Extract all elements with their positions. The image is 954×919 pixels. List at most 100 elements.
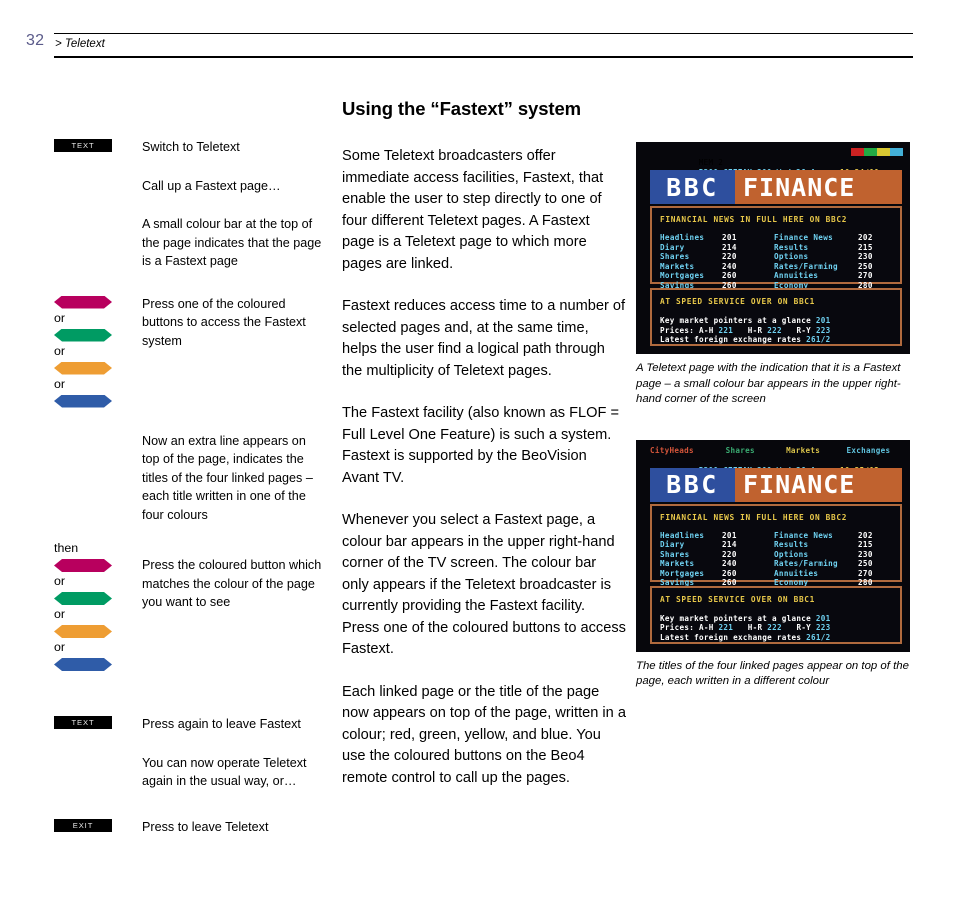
conjunction-or: or [54,376,66,391]
instruction-label: Switch to Teletext [142,140,240,154]
main-text-column: Using the “Fastext” system Some Teletext… [342,98,626,789]
teletext-index-row: Diary 214 Results 215 [660,540,896,550]
teletext-page-ref: 222 [767,623,782,633]
teletext-index-page: 215 [858,242,873,252]
teletext-index-name: Rates/Farming [774,559,838,569]
instruction-cue [54,754,126,755]
conjunction-or: or [54,640,66,654]
teletext-index-page: 270 [858,568,873,578]
teletext-index-name: Diary [660,540,685,550]
teletext-index-page: 202 [858,233,873,242]
teletext-index-name: Finance News [774,233,834,242]
teletext-index-grid: Headlines 201 Finance News 202 Diary 214 Resul… [660,233,896,291]
teletext-index-name: Shares [660,549,690,559]
yellow-button[interactable] [54,625,112,638]
teletext-index-name: Diary [660,242,685,252]
red-button[interactable] [54,296,112,309]
teletext-index-page: 214 [722,540,737,550]
yellow-button[interactable] [54,362,112,375]
fastext-link-title[interactable]: Markets [786,446,846,456]
figure-caption: A Teletext page with the indication that… [636,362,901,405]
teletext-page-ref: 201 [815,613,831,623]
instruction-row-press-matching-colour: then or or or Press the coloured button … [54,538,326,671]
teletext-index-box: FINANCIAL NEWS IN FULL HERE ON BBC2 Head… [650,503,902,587]
teletext-footer-line: Prices: A-H 221 H-R 222 R-Y 223 [660,623,896,633]
teletext-index-name: Shares [660,252,690,262]
green-button[interactable] [54,329,112,342]
teletext-index-name: Markets [660,559,695,569]
teletext-page-ref: 221 [718,325,734,335]
instruction-cue: TEXT [54,715,126,729]
header-rule-bottom [54,56,913,58]
header-rule-top [54,33,913,34]
body-paragraph: Whenever you select a Fastext page, a co… [342,512,626,657]
teletext-logo-bbc: BBC [650,170,735,204]
instruction-cue [54,432,126,433]
instruction-cue: EXIT [54,818,126,832]
instruction-label: Press again to leave Fastext [142,717,301,731]
fastext-link-title[interactable]: Exchanges [847,446,902,456]
instruction-label: Now an extra line appears on top of the … [142,433,313,522]
teletext-banner: FINANCIAL NEWS IN FULL HERE ON BBC2 [660,512,848,522]
coloured-button-group: then or or or [54,538,126,671]
fastext-link-title[interactable]: Shares [726,446,786,456]
figure-caption: The titles of the four linked pages appe… [636,659,909,688]
teletext-index-name: Annuities [774,271,819,281]
teletext-screen: CityHeadsSharesMarketsExchanges P200 CEE… [636,439,910,652]
conjunction-or: or [54,310,66,325]
instruction-row-colour-bar-note: A small colour bar at the top of the pag… [54,215,326,271]
page-title: Using the “Fastext” system [342,98,582,119]
teletext-logo: BBC FINANCE [650,467,902,502]
teletext-footer-box: AT SPEED SERVICE OVER ON BBC1 Key market… [650,585,902,644]
teletext-index-name: Markets [660,261,695,271]
teletext-fastext-link-row: CityHeads Shares Markets Exchanges [650,446,902,456]
teletext-index-row: Markets 240 Rates/Farming 250 [660,559,896,569]
instruction-cue: TEXT [54,138,126,152]
teletext-index-name: Headlines [660,530,705,540]
green-button[interactable] [54,592,112,605]
teletext-footer-text: Latest foreign exchange rates [660,632,807,642]
text-key-badge[interactable]: TEXT [54,716,112,729]
teletext-header-row: P200 CEEFAX 200 Wed 26 Apr 10:25/03 [650,456,902,475]
teletext-index-name: Headlines [660,233,705,242]
teletext-index-name: Options [774,252,809,262]
body-paragraph: Some Teletext broadcasters offer immedia… [342,148,604,272]
conjunction-or: or [54,574,66,588]
teletext-index-page: 240 [722,261,737,271]
teletext-index-page: 260 [722,568,737,578]
body-paragraph: Each linked page or the title of the pag… [342,683,626,786]
page-number: 32 [26,32,45,49]
teletext-index-row: Markets 240 Rates/Farming 250 [660,262,896,272]
exit-key-badge[interactable]: EXIT [54,818,112,832]
teletext-footer-lines: Key market pointers at a glance 201 Price… [660,614,896,643]
teletext-index-page: 220 [722,549,737,559]
teletext-screen: MEM 2 P200 CEEFAX 200 Wed 26 Apr 10:24/0… [636,142,910,354]
red-button[interactable] [54,559,112,572]
instruction-label: Press the coloured button which matches … [142,558,322,609]
conjunction-then: then [54,541,79,555]
figure-column: MEM 2 P200 CEEFAX 200 Wed 26 Apr 10:24/0… [636,142,926,690]
teletext-index-page: 270 [858,271,873,281]
instruction-row-operate-teletext-again: You can now operate Teletext again in th… [54,754,326,791]
blue-button[interactable] [54,658,112,671]
teletext-index-page: 201 [722,233,737,242]
teletext-footer-text: Latest foreign exchange rates [660,335,807,345]
instruction-label: Call up a Fastext page… [142,178,281,193]
text-key-badge[interactable]: TEXT [54,139,112,152]
blue-button[interactable] [54,395,112,408]
colour-bar-blue [890,148,903,156]
teletext-page-ref: 261/2 [806,335,831,345]
instruction-row-call-up-fastext-page: Call up a Fastext page… [54,177,326,196]
fastext-link-title[interactable]: CityHeads [650,446,726,456]
teletext-index-name: Results [774,540,809,550]
teletext-index-page: 215 [858,540,873,550]
teletext-footer-line: Latest foreign exchange rates 261/2 [660,335,896,345]
teletext-footer-line: Key market pointers at a glance 201 [660,316,896,326]
instruction-label: Press to leave Teletext [142,819,269,834]
teletext-index-row: Shares 220 Options 230 [660,252,896,262]
instruction-label: A small colour bar at the top of the pag… [142,217,322,268]
conjunction-or: or [54,607,66,621]
teletext-index-box: FINANCIAL NEWS IN FULL HERE ON BBC2 Head… [650,206,902,290]
page-header: 32 > Teletext [0,0,954,70]
teletext-footer-text: H-R [733,325,768,335]
